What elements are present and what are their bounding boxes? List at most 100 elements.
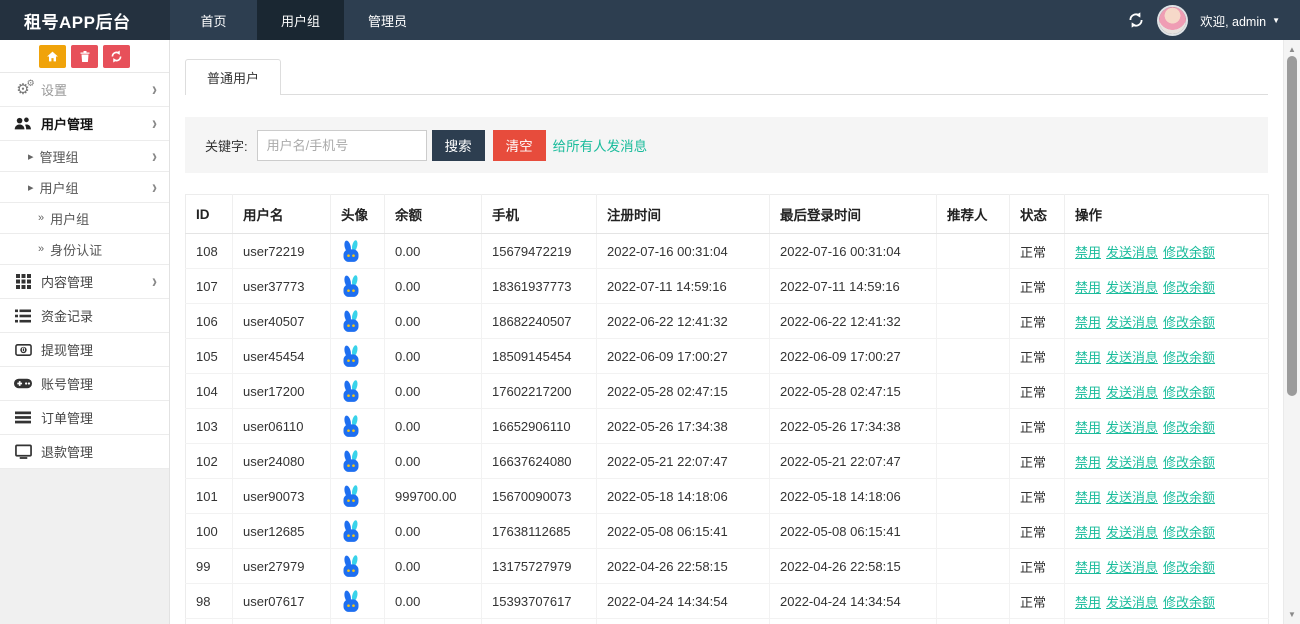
cell-phone: 15679472219	[482, 234, 597, 269]
sidebar-item-3[interactable]: ▸用户组›	[0, 172, 169, 203]
sidebar-item-8[interactable]: 0提现管理	[0, 333, 169, 367]
disable-link[interactable]: 禁用	[1075, 490, 1101, 505]
disable-link[interactable]: 禁用	[1075, 455, 1101, 470]
recycle-button[interactable]	[103, 45, 130, 68]
chevron-right-icon: ›	[152, 78, 157, 100]
cell-last-login: 2022-07-11 14:59:16	[770, 269, 937, 304]
column-header: 最后登录时间	[770, 195, 937, 234]
cell-username: user17200	[233, 374, 331, 409]
cell-id: 105	[186, 339, 233, 374]
send-message-link[interactable]: 发送消息	[1106, 560, 1158, 575]
cell-referrer	[937, 234, 1010, 269]
sidebar-item-10[interactable]: 订单管理	[0, 401, 169, 435]
sidebar-item-11[interactable]: 退款管理	[0, 435, 169, 469]
send-message-link[interactable]: 发送消息	[1106, 595, 1158, 610]
cell-actions: 禁用发送消息修改余额	[1065, 409, 1269, 444]
sidebar-item-7[interactable]: 资金记录	[0, 299, 169, 333]
scroll-down-icon[interactable]: ▼	[1284, 610, 1300, 619]
disable-link[interactable]: 禁用	[1075, 350, 1101, 365]
nav-tab-2[interactable]: 管理员	[344, 0, 431, 40]
cell-registered: 2022-06-09 17:00:27	[597, 339, 770, 374]
send-message-link[interactable]: 发送消息	[1106, 245, 1158, 260]
disable-link[interactable]: 禁用	[1075, 595, 1101, 610]
cell-referrer	[937, 304, 1010, 339]
cell-actions: 禁用发送消息修改余额	[1065, 479, 1269, 514]
cell-last-login: 2022-05-26 17:34:38	[770, 409, 937, 444]
send-message-link[interactable]: 发送消息	[1106, 385, 1158, 400]
user-menu[interactable]: 欢迎, admin ▼	[1200, 11, 1280, 30]
sidebar-item-label: 身份认证	[50, 240, 102, 259]
cell-actions: 禁用发送消息修改余额	[1065, 514, 1269, 549]
cell-actions: 禁用发送消息修改余额	[1065, 549, 1269, 584]
disable-link[interactable]: 禁用	[1075, 245, 1101, 260]
modify-balance-link[interactable]: 修改余额	[1163, 525, 1215, 540]
sidebar-item-6[interactable]: 内容管理›	[0, 265, 169, 299]
cell-referrer	[937, 339, 1010, 374]
send-message-link[interactable]: 发送消息	[1106, 280, 1158, 295]
home-button[interactable]	[39, 45, 66, 68]
table-row: 104 user17200 0.00 17602217200 2022-05-2…	[186, 374, 1269, 409]
search-input[interactable]	[257, 130, 427, 161]
nav-tab-1[interactable]: 用户组	[257, 0, 344, 40]
sidebar-item-0[interactable]: ⚙⚙设置›	[0, 73, 169, 107]
modify-balance-link[interactable]: 修改余额	[1163, 560, 1215, 575]
cell-avatar	[331, 584, 385, 619]
send-message-link[interactable]: 发送消息	[1106, 525, 1158, 540]
modify-balance-link[interactable]: 修改余额	[1163, 595, 1215, 610]
cell-registered: 2022-05-21 22:07:47	[597, 444, 770, 479]
user-avatar[interactable]	[1159, 7, 1186, 34]
disable-link[interactable]: 禁用	[1075, 420, 1101, 435]
cell-id: 98	[186, 584, 233, 619]
sidebar-item-5[interactable]: »身份认证	[0, 234, 169, 265]
top-navbar: 租号APP后台 首页用户组管理员 欢迎, admin ▼	[0, 0, 1300, 40]
monitor-icon	[13, 444, 33, 460]
vertical-scrollbar[interactable]: ▲ ▼	[1283, 40, 1300, 624]
modify-balance-link[interactable]: 修改余额	[1163, 315, 1215, 330]
nav-tabs: 首页用户组管理员	[170, 0, 431, 40]
sidebar-item-1[interactable]: 用户管理›	[0, 107, 169, 141]
modify-balance-link[interactable]: 修改余额	[1163, 420, 1215, 435]
send-message-link[interactable]: 发送消息	[1106, 315, 1158, 330]
status-badge: 正常	[1010, 479, 1065, 514]
search-button[interactable]: 搜索	[432, 130, 485, 161]
send-message-link[interactable]: 发送消息	[1106, 490, 1158, 505]
cell-referrer	[937, 549, 1010, 584]
cell-phone: 15393707617	[482, 584, 597, 619]
submenu-marker: »	[38, 212, 44, 224]
scroll-up-icon[interactable]: ▲	[1284, 45, 1300, 54]
disable-link[interactable]: 禁用	[1075, 280, 1101, 295]
send-message-link[interactable]: 发送消息	[1106, 455, 1158, 470]
nav-tab-0[interactable]: 首页	[170, 0, 257, 40]
cell-balance: 0.00	[385, 339, 482, 374]
trash-button[interactable]	[71, 45, 98, 68]
disable-link[interactable]: 禁用	[1075, 315, 1101, 330]
sidebar-item-4[interactable]: »用户组	[0, 203, 169, 234]
disable-link[interactable]: 禁用	[1075, 385, 1101, 400]
tab-normal-users[interactable]: 普通用户	[185, 59, 281, 95]
disable-link[interactable]: 禁用	[1075, 560, 1101, 575]
send-message-link[interactable]: 发送消息	[1106, 420, 1158, 435]
sidebar-menu: ⚙⚙设置›用户管理›▸管理组›▸用户组›»用户组»身份认证内容管理›资金记录0提…	[0, 73, 169, 469]
clear-button[interactable]: 清空	[493, 130, 546, 161]
cell-avatar	[331, 549, 385, 584]
scrollbar-thumb[interactable]	[1287, 56, 1297, 396]
refresh-icon[interactable]	[1127, 11, 1145, 29]
sidebar: ⚙⚙设置›用户管理›▸管理组›▸用户组›»用户组»身份认证内容管理›资金记录0提…	[0, 40, 170, 624]
modify-balance-link[interactable]: 修改余额	[1163, 280, 1215, 295]
modify-balance-link[interactable]: 修改余额	[1163, 385, 1215, 400]
sidebar-item-2[interactable]: ▸管理组›	[0, 141, 169, 172]
modify-balance-link[interactable]: 修改余额	[1163, 490, 1215, 505]
sidebar-item-label: 设置	[41, 80, 67, 99]
modify-balance-link[interactable]: 修改余额	[1163, 350, 1215, 365]
bunny-avatar-icon	[341, 520, 361, 543]
modify-balance-link[interactable]: 修改余额	[1163, 245, 1215, 260]
send-message-link[interactable]: 发送消息	[1106, 350, 1158, 365]
broadcast-message-link[interactable]: 给所有人发消息	[553, 135, 648, 155]
sidebar-item-9[interactable]: 账号管理	[0, 367, 169, 401]
disable-link[interactable]: 禁用	[1075, 525, 1101, 540]
cell-last-login: 2022-07-16 00:31:04	[770, 234, 937, 269]
column-header: 推荐人	[937, 195, 1010, 234]
main-content: 普通用户 关键字: 搜索 清空 给所有人发消息 ID用户名头像余额手机注册时间最…	[170, 40, 1283, 624]
cell-balance: 0.00	[385, 234, 482, 269]
modify-balance-link[interactable]: 修改余额	[1163, 455, 1215, 470]
